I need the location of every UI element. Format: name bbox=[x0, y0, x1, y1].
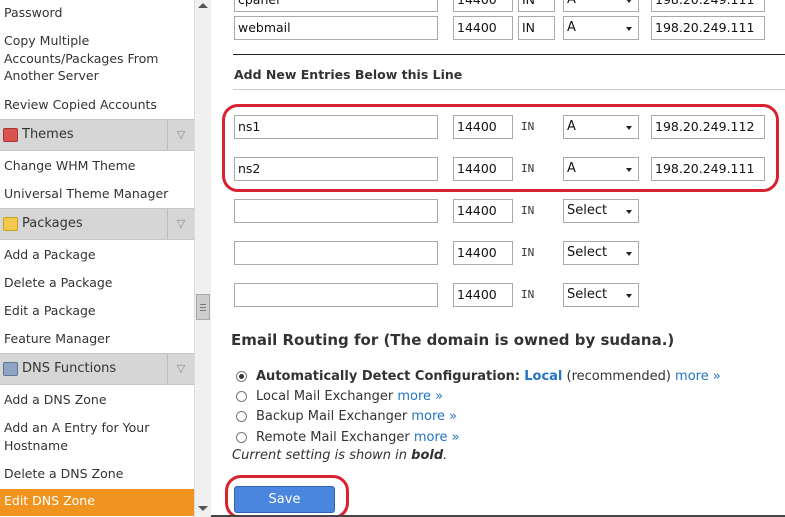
scroll-up-arrow-icon[interactable] bbox=[198, 3, 208, 8]
new-record-name-input[interactable] bbox=[234, 199, 438, 223]
sidebar-item-add-dns-zone[interactable]: Add a DNS Zone bbox=[4, 391, 190, 409]
new-record-ttl-input[interactable]: 14400 bbox=[453, 157, 513, 181]
chevron-down-icon bbox=[626, 252, 632, 256]
chevron-down-icon bbox=[626, 0, 632, 3]
radio-label: Backup Mail Exchanger more » bbox=[256, 409, 458, 424]
new-record-type-select[interactable]: A bbox=[563, 157, 639, 181]
sidebar-item-delete-package[interactable]: Delete a Package bbox=[4, 274, 190, 292]
new-record-name-input[interactable]: ns2 bbox=[234, 157, 438, 181]
new-record-name-input[interactable] bbox=[234, 241, 438, 265]
radio-label: Automatically Detect Configuration: Loca… bbox=[256, 369, 721, 384]
sidebar-item-change-whm-theme[interactable]: Change WHM Theme bbox=[4, 157, 190, 175]
themes-icon bbox=[3, 128, 18, 142]
sidebar-item-universal-theme-manager[interactable]: Universal Theme Manager bbox=[4, 185, 190, 203]
sidebar-item-edit-dns-zone[interactable]: Edit DNS Zone bbox=[0, 489, 194, 516]
new-record-name-input[interactable]: ns1 bbox=[234, 115, 438, 139]
radio-button[interactable] bbox=[236, 371, 247, 382]
record-class-label: IN bbox=[521, 204, 535, 217]
chevron-down-icon bbox=[626, 294, 632, 298]
sidebar-category-packages[interactable]: Packages ▽ bbox=[0, 208, 194, 240]
record-ttl-input[interactable]: 14400 bbox=[453, 16, 513, 40]
new-record-address-input[interactable]: 198.20.249.111 bbox=[651, 157, 765, 181]
new-record-name-input[interactable] bbox=[234, 283, 438, 307]
new-record-type-select[interactable]: Select bbox=[563, 241, 639, 265]
chevron-down-icon bbox=[626, 27, 632, 31]
current-setting-note: Current setting is shown in bold. bbox=[232, 448, 448, 463]
divider bbox=[233, 54, 785, 55]
chevron-down-icon bbox=[626, 126, 632, 130]
dns-icon bbox=[3, 362, 18, 376]
new-record-address-input[interactable]: 198.20.249.112 bbox=[651, 115, 765, 139]
sidebar-item-add-package[interactable]: Add a Package bbox=[4, 246, 190, 264]
sidebar-scrollbar[interactable] bbox=[194, 0, 211, 517]
new-record-ttl-input[interactable]: 14400 bbox=[453, 241, 513, 265]
collapse-arrow-icon[interactable]: ▽ bbox=[167, 209, 194, 239]
sidebar-category-themes[interactable]: Themes ▽ bbox=[0, 119, 194, 151]
sidebar-item-copy-multiple-accounts[interactable]: Copy Multiple Accounts/Packages From Ano… bbox=[4, 32, 164, 85]
new-record-ttl-input[interactable]: 14400 bbox=[453, 115, 513, 139]
scrollbar-thumb[interactable] bbox=[196, 294, 210, 320]
record-type-select[interactable]: A bbox=[563, 16, 639, 40]
divider bbox=[233, 89, 785, 90]
sidebar-item-feature-manager[interactable]: Feature Manager bbox=[4, 330, 190, 348]
record-class-label: IN bbox=[521, 246, 535, 259]
radio-button[interactable] bbox=[236, 391, 247, 402]
record-address-input[interactable]: 198.20.249.111 bbox=[651, 16, 765, 40]
scroll-down-arrow-icon[interactable] bbox=[198, 506, 208, 511]
save-button[interactable]: Save bbox=[234, 486, 335, 513]
record-class-label: IN bbox=[521, 288, 535, 301]
radio-label: Remote Mail Exchanger more » bbox=[256, 430, 460, 445]
select-value: Select bbox=[567, 287, 608, 302]
radio-button[interactable] bbox=[236, 411, 247, 422]
packages-icon bbox=[3, 217, 18, 231]
record-ttl-input[interactable]: 14400 bbox=[453, 0, 513, 12]
sidebar-category-label: Packages bbox=[22, 216, 83, 231]
chevron-down-icon bbox=[626, 210, 632, 214]
add-entries-heading: Add New Entries Below this Line bbox=[234, 67, 463, 82]
new-record-ttl-input[interactable]: 14400 bbox=[453, 283, 513, 307]
record-name-input[interactable]: cpanel bbox=[234, 0, 438, 12]
sidebar-category-dns-functions[interactable]: DNS Functions ▽ bbox=[0, 353, 194, 385]
sidebar-item-add-a-entry-hostname[interactable]: Add an A Entry for Your Hostname bbox=[4, 419, 154, 454]
chevron-down-icon bbox=[626, 168, 632, 172]
sidebar-category-label: DNS Functions bbox=[22, 361, 117, 376]
select-value: A bbox=[567, 20, 576, 35]
collapse-arrow-icon[interactable]: ▽ bbox=[167, 120, 194, 150]
record-class-input[interactable]: IN bbox=[518, 0, 555, 12]
new-record-type-select[interactable]: Select bbox=[563, 199, 639, 223]
select-value: Select bbox=[567, 245, 608, 260]
sidebar-item-delete-dns-zone[interactable]: Delete a DNS Zone bbox=[4, 465, 190, 483]
radio-label: Local Mail Exchanger more » bbox=[256, 389, 444, 404]
sidebar-item-review-copied-accounts[interactable]: Review Copied Accounts bbox=[4, 96, 190, 114]
record-name-input[interactable]: webmail bbox=[234, 16, 438, 40]
main-content: cpanel 14400 IN A 198.20.249.111 webmail… bbox=[211, 0, 785, 517]
sidebar-category-label: Themes bbox=[22, 127, 74, 142]
radio-button[interactable] bbox=[236, 432, 247, 443]
record-class-label: IN bbox=[521, 162, 535, 175]
more-link[interactable]: more » bbox=[414, 430, 460, 445]
sidebar: Password Copy Multiple Accounts/Packages… bbox=[0, 0, 194, 517]
record-address-input[interactable]: 198.20.249.111 bbox=[651, 0, 765, 12]
more-link[interactable]: more » bbox=[411, 409, 457, 424]
record-type-select[interactable]: A bbox=[563, 0, 639, 12]
more-link[interactable]: more » bbox=[397, 389, 443, 404]
select-value: A bbox=[567, 161, 576, 176]
select-value: Select bbox=[567, 203, 608, 218]
sidebar-item-password[interactable]: Password bbox=[4, 4, 190, 22]
record-class-label: IN bbox=[521, 120, 535, 133]
new-record-ttl-input[interactable]: 14400 bbox=[453, 199, 513, 223]
email-routing-heading: Email Routing for (The domain is owned b… bbox=[231, 331, 675, 349]
collapse-arrow-icon[interactable]: ▽ bbox=[167, 354, 194, 384]
sidebar-item-edit-package[interactable]: Edit a Package bbox=[4, 302, 190, 320]
new-record-type-select[interactable]: A bbox=[563, 115, 639, 139]
new-record-type-select[interactable]: Select bbox=[563, 283, 639, 307]
select-value: A bbox=[567, 0, 576, 7]
more-link[interactable]: more » bbox=[675, 369, 721, 384]
sidebar-item-label: Edit DNS Zone bbox=[4, 493, 95, 508]
record-class-input[interactable]: IN bbox=[518, 16, 555, 40]
select-value: A bbox=[567, 119, 576, 134]
